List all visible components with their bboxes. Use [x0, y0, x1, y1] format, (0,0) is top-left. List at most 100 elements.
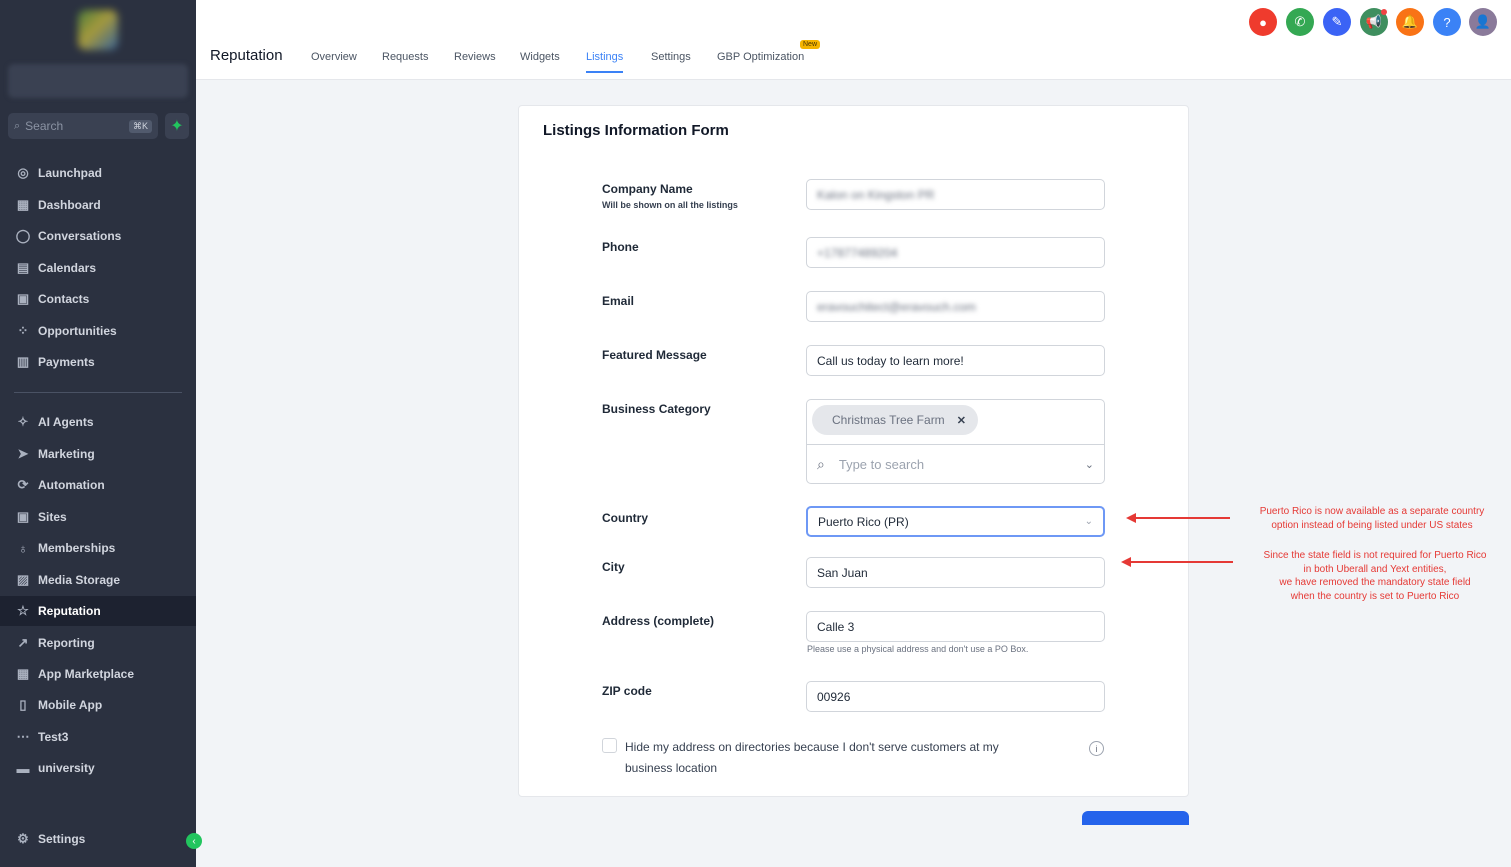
business-category-label: Business Category — [602, 402, 711, 416]
remove-chip-icon[interactable]: ✕ — [957, 414, 966, 427]
sidebar-item-reporting[interactable]: ↗ Reporting — [0, 628, 196, 658]
tab-gbp-optimization[interactable]: GBP Optimization — [717, 51, 804, 71]
chevron-left-icon: ‹ — [192, 835, 196, 847]
quick-add-button[interactable]: ✦ — [165, 113, 189, 139]
country-note-line: Puerto Rico is now available as a separa… — [1259, 506, 1485, 517]
media-storage-icon: ▨ — [16, 572, 30, 587]
opportunities-icon: ⁘ — [17, 323, 29, 338]
hide-address-checkbox[interactable] — [602, 738, 617, 753]
user-avatar[interactable]: 👤 — [1469, 8, 1497, 36]
tab-overview[interactable]: Overview — [311, 51, 357, 71]
reporting-icon: ↗ — [17, 635, 29, 650]
tab-listings[interactable]: Listings — [586, 51, 624, 73]
sidebar-item-opportunities[interactable]: ⁘ Opportunities — [0, 316, 196, 346]
sidebar-item-app-marketplace[interactable]: ▦ App Marketplace — [0, 659, 196, 689]
sidebar-item-label: Media Storage — [38, 573, 121, 587]
sidebar-item-test3[interactable]: ⋯ Test3 — [0, 722, 196, 752]
sidebar-item-conversations[interactable]: ◯ Conversations — [0, 221, 196, 251]
phone-icon: ✆ — [1294, 14, 1306, 29]
tab-reviews[interactable]: Reviews — [454, 51, 496, 71]
sidebar-item-label: Opportunities — [38, 324, 117, 338]
sidebar-item-label: Calendars — [38, 261, 97, 275]
contacts-icon: ▣ — [16, 291, 30, 306]
save-button[interactable] — [1082, 811, 1189, 825]
info-icon[interactable]: i — [1089, 741, 1104, 756]
sidebar-item-marketing[interactable]: ➤ Marketing — [0, 439, 196, 469]
business-category-select[interactable]: Christmas Tree Farm ✕ ⌕ Type to search ⌄ — [806, 399, 1105, 484]
chat-icon: ◯ — [15, 228, 31, 243]
state-annotation: Since the state field is not required fo… — [1240, 549, 1510, 603]
address-field[interactable]: Calle 3 — [806, 611, 1105, 642]
bell-button[interactable]: 🔔 — [1396, 8, 1424, 36]
top-header: Reputation Overview Requests Reviews Wid… — [196, 0, 1511, 80]
sidebar-item-label: Reporting — [38, 636, 95, 650]
star-icon: ☆ — [17, 603, 29, 618]
tab-widgets[interactable]: Widgets — [520, 51, 560, 71]
email-value: eravouchitect@eravouch.com — [817, 299, 976, 314]
app-marketplace-icon: ▦ — [16, 666, 30, 681]
megaphone-icon: 📢 — [1365, 14, 1383, 29]
search-icon: ⌕ — [14, 119, 21, 132]
phone-field[interactable]: +17877489204 — [806, 237, 1105, 268]
featured-message-label: Featured Message — [602, 348, 707, 362]
collapse-sidebar-button[interactable]: ‹ — [186, 833, 202, 849]
state-note-line: when the country is set to Puerto Rico — [1290, 590, 1460, 602]
account-switcher[interactable] — [8, 64, 188, 98]
sidebar-item-settings[interactable]: ⚙ Settings — [0, 824, 196, 854]
magic-button[interactable]: ✎ — [1323, 8, 1351, 36]
red-circle-button[interactable]: ● — [1249, 8, 1277, 36]
featured-message-field[interactable]: Call us today to learn more! — [806, 345, 1105, 376]
city-field[interactable]: San Juan — [806, 557, 1105, 588]
zip-label: ZIP code — [602, 684, 652, 698]
zip-value: 00926 — [817, 689, 851, 704]
sidebar-item-label: Launchpad — [38, 166, 103, 180]
address-helper-text: Please use a physical address and don't … — [807, 644, 1029, 654]
sidebar-item-label: Marketing — [38, 447, 95, 461]
hide-address-label: Hide my address on directories because I… — [625, 740, 999, 775]
state-note-line: in both Uberall and Yext entities, — [1303, 563, 1447, 575]
ai-agents-icon: ✧ — [17, 414, 29, 429]
sidebar-item-mobile-app[interactable]: ▯ Mobile App — [0, 690, 196, 720]
sidebar-item-sites[interactable]: ▣ Sites — [0, 502, 196, 532]
sidebar-item-calendars[interactable]: ▤ Calendars — [0, 253, 196, 283]
search-icon: ⌕ — [817, 455, 825, 472]
category-search-input[interactable]: ⌕ Type to search ⌄ — [807, 444, 1104, 483]
company-name-field[interactable]: Kalon on Kingston PR — [806, 179, 1105, 210]
phone-button[interactable]: ✆ — [1286, 8, 1314, 36]
sidebar-item-payments[interactable]: ▥ Payments — [0, 347, 196, 377]
sidebar-item-media-storage[interactable]: ▨ Media Storage — [0, 565, 196, 595]
country-note-line: option instead of being listed under US … — [1271, 519, 1473, 531]
sidebar-search[interactable]: ⌕ Search ⌘K — [8, 113, 158, 139]
address-label: Address (complete) — [602, 614, 715, 628]
sidebar-item-ai-agents[interactable]: ✧ AI Agents — [0, 407, 196, 437]
email-field[interactable]: eravouchitect@eravouch.com — [806, 291, 1105, 322]
shortcut-badge: ⌘K — [128, 119, 152, 133]
sidebar-item-label: Memberships — [38, 541, 116, 555]
memberships-icon: ♁ — [18, 540, 28, 556]
company-name-value: Kalon on Kingston PR — [817, 187, 935, 202]
sidebar-item-contacts[interactable]: ▣ Contacts — [0, 284, 196, 314]
sidebar-item-university[interactable]: ▬ university — [0, 753, 196, 783]
sidebar-item-dashboard[interactable]: ▦ Dashboard — [0, 190, 196, 220]
marketing-icon: ➤ — [17, 446, 29, 461]
country-select[interactable]: Puerto Rico (PR) ⌄ — [806, 506, 1105, 537]
sidebar-item-label: Test3 — [38, 730, 69, 744]
tab-requests[interactable]: Requests — [382, 51, 428, 71]
avatar-icon: 👤 — [1474, 14, 1492, 29]
sidebar-item-automation[interactable]: ⟳ Automation — [0, 470, 196, 500]
help-button[interactable]: ? — [1433, 8, 1461, 36]
tab-settings[interactable]: Settings — [651, 51, 691, 71]
category-chip-label: Christmas Tree Farm — [832, 413, 945, 427]
test3-icon: ⋯ — [16, 729, 30, 744]
megaphone-button[interactable]: 📢 — [1360, 8, 1388, 36]
category-chip[interactable]: Christmas Tree Farm ✕ — [812, 405, 978, 435]
email-label: Email — [602, 294, 635, 308]
sidebar-item-launchpad[interactable]: ◎ Launchpad — [0, 158, 196, 188]
sidebar-item-label: Dashboard — [38, 198, 101, 212]
sidebar-item-reputation[interactable]: ☆ Reputation — [0, 596, 196, 626]
sidebar-item-memberships[interactable]: ♁ Memberships — [0, 533, 196, 563]
sidebar-item-label: Conversations — [38, 229, 122, 243]
launchpad-icon: ◎ — [17, 165, 29, 180]
sidebar-item-label: App Marketplace — [38, 667, 135, 681]
zip-field[interactable]: 00926 — [806, 681, 1105, 712]
